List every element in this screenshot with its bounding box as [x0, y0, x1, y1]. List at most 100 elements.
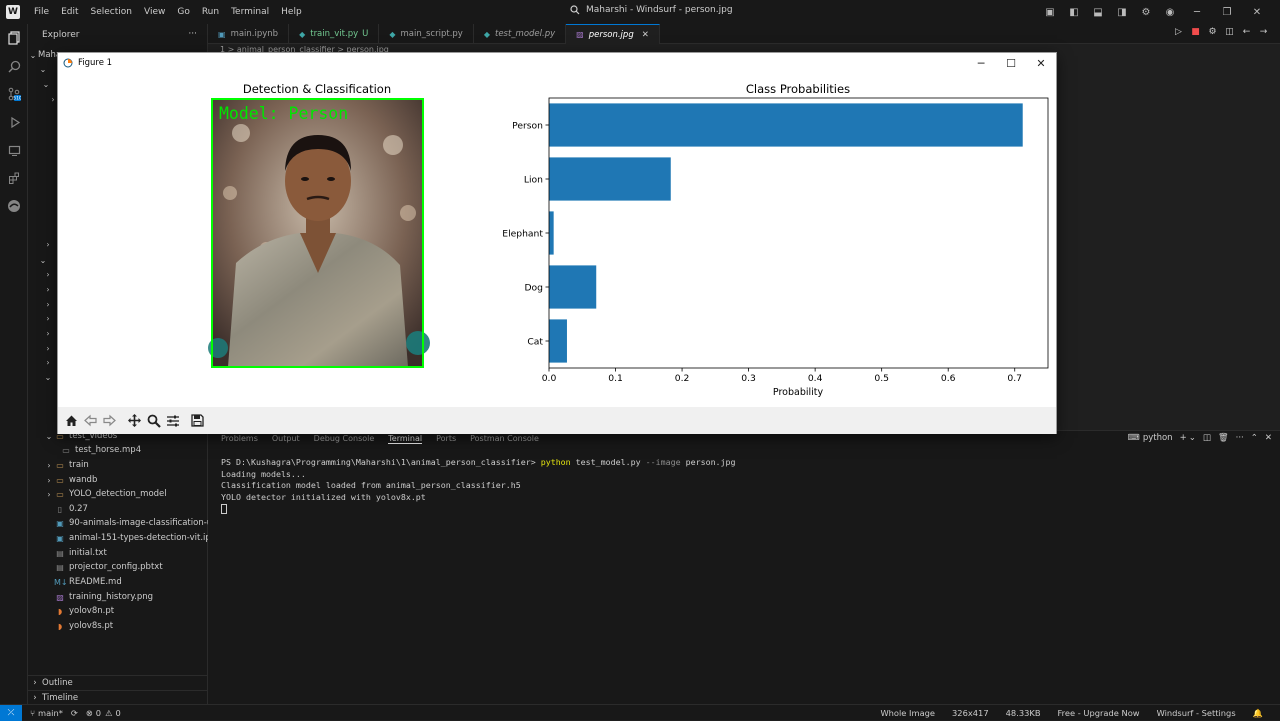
folder-icon: ▭	[56, 475, 64, 485]
more-actions-icon[interactable]: ···	[188, 29, 197, 39]
status-windsurf-settings[interactable]: Windsurf - Settings	[1157, 708, 1236, 718]
folder-yolo-detection-model[interactable]: › ▭ YOLO_detection_model	[44, 487, 224, 501]
shell-name[interactable]: python	[1143, 433, 1173, 443]
toggle-secondary-icon[interactable]: ◨	[1110, 4, 1134, 20]
settings-icon[interactable]: ⚙	[1204, 27, 1221, 37]
run-debug-icon[interactable]	[0, 108, 28, 136]
menu-edit[interactable]: Edit	[55, 7, 84, 17]
layout-icon[interactable]: ▣	[1038, 4, 1062, 20]
app-logo: W	[6, 5, 20, 19]
file-training-history[interactable]: ▨ training_history.png	[54, 590, 234, 604]
branch-name[interactable]: main*	[38, 708, 63, 718]
home-icon[interactable]	[62, 411, 81, 430]
status-upgrade[interactable]: Free - Upgrade Now	[1058, 708, 1140, 718]
run-icon[interactable]: ▷	[1170, 27, 1187, 37]
file-readme[interactable]: M↓ README.md	[54, 575, 234, 589]
save-icon[interactable]	[188, 411, 207, 430]
menu-selection[interactable]: Selection	[85, 7, 138, 17]
maximize-button[interactable]: ❐	[1212, 4, 1242, 20]
folder-icon: ▭	[56, 489, 64, 499]
explorer-title: Explorer	[42, 30, 80, 40]
file-projector-config[interactable]: ▤ projector_config.pbtxt	[54, 560, 234, 574]
remote-icon[interactable]: ⤫	[0, 704, 22, 721]
command-center[interactable]: Maharshi - Windsurf - person.jpg	[570, 5, 733, 15]
explorer-icon[interactable]	[0, 24, 28, 52]
menu-go[interactable]: Go	[171, 7, 195, 17]
extensions-icon[interactable]	[0, 164, 28, 192]
trash-icon[interactable]: 🗑	[1218, 433, 1229, 443]
menu-file[interactable]: File	[28, 7, 55, 17]
maximize-panel-icon[interactable]: ⌃	[1251, 433, 1258, 443]
forward-arrow-icon[interactable]	[100, 411, 119, 430]
more-actions-icon[interactable]: ···	[1236, 433, 1244, 443]
close-button[interactable]: ✕	[1242, 4, 1272, 20]
notebook-icon: ▣	[56, 533, 64, 543]
back-arrow-icon[interactable]	[81, 411, 100, 430]
chevron-right-icon: ›	[33, 693, 37, 703]
pan-icon[interactable]	[125, 411, 144, 430]
menu-run[interactable]: Run	[196, 7, 225, 17]
close-panel-icon[interactable]: ✕	[1265, 433, 1272, 443]
toggle-sidebar-icon[interactable]: ◧	[1062, 4, 1086, 20]
chevron-right-icon: ›	[47, 475, 51, 485]
tab-train-vit[interactable]: ◆ train_vit.py U	[289, 24, 380, 44]
file-animal-151-notebook[interactable]: ▣ animal-151-types-detection-vit.ip...	[54, 531, 234, 545]
menu-help[interactable]: Help	[275, 7, 308, 17]
chevron-down-icon[interactable]: ⌄	[1189, 433, 1196, 443]
remote-explorer-icon[interactable]	[0, 136, 28, 164]
search-icon	[570, 5, 580, 15]
activity-bar: 510	[0, 24, 28, 704]
file-initial-txt[interactable]: ▤ initial.txt	[54, 546, 234, 560]
timeline-section[interactable]: › Timeline	[28, 690, 208, 705]
warnings-count[interactable]: 0	[116, 708, 121, 718]
figure-close-button[interactable]: ✕	[1026, 53, 1056, 73]
zoom-icon[interactable]	[144, 411, 163, 430]
file-90-animals-notebook[interactable]: ▣ 90-animals-image-classification-u...	[54, 516, 234, 530]
chevron-right-icon: ›	[46, 357, 50, 367]
figure-minimize-button[interactable]: ─	[966, 53, 996, 73]
folder-wandb[interactable]: › ▭ wandb	[44, 473, 224, 487]
minimize-button[interactable]: ─	[1182, 4, 1212, 20]
outline-section[interactable]: › Outline	[28, 675, 208, 690]
tab-ports[interactable]: Ports	[436, 434, 456, 444]
account-icon[interactable]: ◉	[1158, 4, 1182, 20]
terminal-output[interactable]: PS D:\Kushagra\Programming\Maharshi\1\an…	[221, 457, 736, 515]
tab-main-ipynb[interactable]: ▣ main.ipynb	[208, 24, 290, 44]
chevron-right-icon: ›	[47, 460, 51, 470]
split-terminal-icon[interactable]: ◫	[1203, 433, 1211, 443]
tab-test-model[interactable]: ◆ test_model.py	[474, 24, 567, 44]
menu-view[interactable]: View	[138, 7, 171, 17]
tab-person-jpg[interactable]: ▨ person.jpg ✕	[566, 24, 660, 44]
close-icon[interactable]: ✕	[642, 30, 649, 40]
bell-icon[interactable]: 🔔	[1253, 708, 1263, 719]
settings-icon[interactable]: ⚙	[1134, 4, 1158, 20]
tab-output[interactable]: Output	[272, 434, 300, 444]
configure-subplots-icon[interactable]	[163, 411, 182, 430]
tab-terminal[interactable]: Terminal	[388, 434, 423, 444]
tab-problems[interactable]: Problems	[221, 434, 258, 444]
chevron-down-icon: ⌄	[42, 79, 50, 89]
folder-train[interactable]: › ▭ train	[44, 458, 224, 472]
tab-debug-console[interactable]: Debug Console	[314, 434, 375, 444]
windsurf-icon[interactable]	[0, 192, 28, 220]
file-0-27[interactable]: ▯ 0.27	[54, 502, 234, 516]
stop-icon[interactable]: ■	[1187, 27, 1204, 37]
new-terminal-icon[interactable]: +	[1180, 433, 1187, 443]
status-image-mode[interactable]: Whole Image	[880, 708, 935, 718]
tab-main-script[interactable]: ◆ main_script.py	[379, 24, 474, 44]
toggle-panel-icon[interactable]: ⬓	[1086, 4, 1110, 20]
problems-count[interactable]: 0	[96, 708, 101, 718]
split-editor-icon[interactable]: ◫	[1221, 27, 1238, 37]
source-control-icon[interactable]: 510	[0, 80, 28, 108]
tab-postman-console[interactable]: Postman Console	[470, 434, 539, 444]
title-bar: W File Edit Selection View Go Run Termin…	[0, 0, 1280, 24]
arrow-right-icon[interactable]: →	[1255, 27, 1272, 37]
file-yolov8n[interactable]: ◗ yolov8n.pt	[54, 604, 234, 618]
search-view-icon[interactable]	[0, 52, 28, 80]
sync-icon[interactable]: ⟳	[71, 708, 78, 718]
arrow-left-icon[interactable]: ←	[1238, 27, 1255, 37]
figure-maximize-button[interactable]: ☐	[996, 53, 1026, 73]
menu-terminal[interactable]: Terminal	[225, 7, 275, 17]
svg-text:510: 510	[13, 96, 21, 102]
file-yolov8s[interactable]: ◗ yolov8s.pt	[54, 619, 234, 633]
